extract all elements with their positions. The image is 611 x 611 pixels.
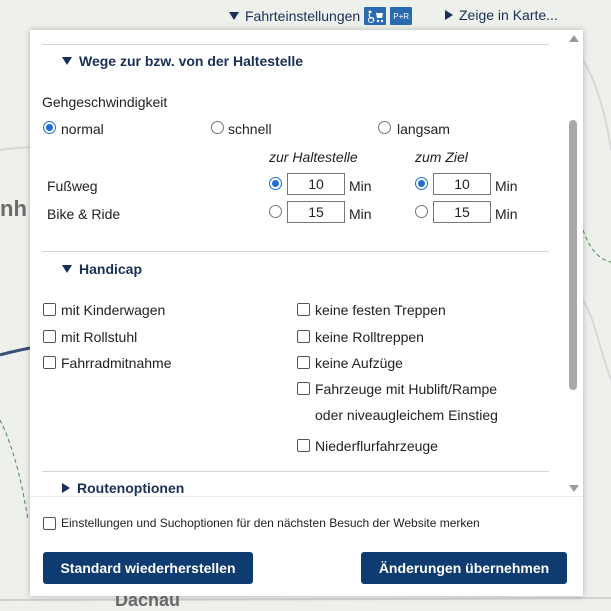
checkbox-kinderwagen[interactable] — [43, 303, 56, 316]
section-title: Wege zur bzw. von der Haltestelle — [79, 53, 304, 69]
scroll-down-arrow-icon[interactable] — [569, 485, 579, 492]
column-header-to-dest: zum Ziel — [415, 149, 468, 165]
radio-fussweg-to-dest[interactable] — [415, 177, 428, 190]
section-header-routenoptionen[interactable]: Routenoptionen — [62, 480, 184, 496]
checkbox-remember-settings[interactable] — [43, 517, 56, 530]
speed-label-langsam: langsam — [397, 121, 450, 137]
park-and-ride-icon: P+R — [390, 7, 413, 25]
walking-speed-label: Gehgeschwindigkeit — [42, 94, 168, 110]
checkbox-hublift-rampe[interactable] — [297, 382, 310, 395]
option-label: mit Rollstuhl — [61, 329, 138, 345]
remember-settings-label: Einstellungen und Suchoptionen für den n… — [61, 516, 480, 530]
option-label-continued: oder niveaugleichem Einstieg — [315, 407, 498, 423]
checkbox-niederflur[interactable] — [297, 439, 310, 452]
bike-ride-to-dest-input[interactable] — [433, 201, 491, 223]
unit-label: Min — [495, 178, 518, 194]
section-title: Handicap — [79, 261, 143, 277]
column-header-to-stop: zur Haltestelle — [269, 149, 358, 165]
trip-settings-panel: Wege zur bzw. von der Haltestelle Gehges… — [30, 30, 583, 596]
option-label: mit Kinderwagen — [61, 302, 166, 318]
option-label: keine festen Treppen — [315, 302, 446, 318]
settings-scroll-area[interactable]: Wege zur bzw. von der Haltestelle Gehges… — [30, 30, 565, 496]
apply-changes-button[interactable]: Änderungen übernehmen — [361, 552, 567, 584]
top-bar: Fahrteinstellungen P+R Zeige in Karte... — [0, 0, 611, 30]
section-header-handicap[interactable]: Handicap — [62, 261, 142, 277]
option-label: Niederflurfahrzeuge — [315, 438, 438, 454]
speed-label-normal: normal — [61, 121, 104, 137]
map-place-label: nh — [0, 196, 27, 221]
divider — [42, 471, 549, 472]
fussweg-to-dest-input[interactable] — [433, 173, 491, 195]
row-label-bike-ride: Bike & Ride — [47, 206, 121, 222]
divider — [42, 44, 549, 45]
show-in-map-label: Zeige in Karte... — [459, 7, 558, 23]
scrollbar-thumb[interactable] — [569, 120, 577, 390]
triangle-down-icon — [62, 57, 72, 65]
radio-bike-ride-to-stop[interactable] — [269, 205, 282, 218]
triangle-down-icon — [62, 265, 72, 273]
fussweg-to-stop-input[interactable] — [287, 173, 345, 195]
unit-label: Min — [349, 178, 372, 194]
checkbox-keine-festen-treppen[interactable] — [297, 303, 310, 316]
triangle-right-icon — [445, 10, 453, 20]
section-title: Routenoptionen — [77, 480, 185, 496]
show-in-map-link[interactable]: Zeige in Karte... — [445, 7, 558, 23]
speed-label-schnell: schnell — [228, 121, 272, 137]
row-label-fussweg: Fußweg — [47, 178, 98, 194]
scroll-up-arrow-icon[interactable] — [569, 35, 579, 42]
option-label: keine Rolltreppen — [315, 329, 424, 345]
reset-defaults-button[interactable]: Standard wiederherstellen — [43, 552, 253, 584]
bike-ride-to-stop-input[interactable] — [287, 201, 345, 223]
triangle-down-icon — [229, 12, 239, 20]
radio-fussweg-to-stop[interactable] — [269, 177, 282, 190]
triangle-right-icon — [62, 483, 70, 493]
footer-divider — [30, 496, 583, 497]
option-label: Fahrradmitnahme — [61, 355, 172, 371]
option-label: keine Aufzüge — [315, 355, 403, 371]
option-label: Fahrzeuge mit Hublift/Rampe — [315, 381, 498, 397]
trip-settings-label: Fahrteinstellungen — [245, 8, 361, 24]
checkbox-keine-aufzuege[interactable] — [297, 356, 310, 369]
radio-speed-schnell[interactable] — [211, 121, 224, 134]
unit-label: Min — [495, 206, 518, 222]
checkbox-rollstuhl[interactable] — [43, 330, 56, 343]
checkbox-fahrradmitnahme[interactable] — [43, 356, 56, 369]
radio-bike-ride-to-dest[interactable] — [415, 205, 428, 218]
radio-speed-langsam[interactable] — [378, 121, 391, 134]
settings-scrollbar[interactable] — [565, 30, 581, 496]
section-header-wege[interactable]: Wege zur bzw. von der Haltestelle — [62, 53, 303, 69]
unit-label: Min — [349, 206, 372, 222]
checkbox-keine-rolltreppen[interactable] — [297, 330, 310, 343]
radio-speed-normal[interactable] — [43, 121, 56, 134]
wheelchair-stroller-icon — [364, 7, 387, 25]
trip-settings-link[interactable]: Fahrteinstellungen P+R — [229, 7, 413, 25]
divider — [42, 251, 549, 252]
